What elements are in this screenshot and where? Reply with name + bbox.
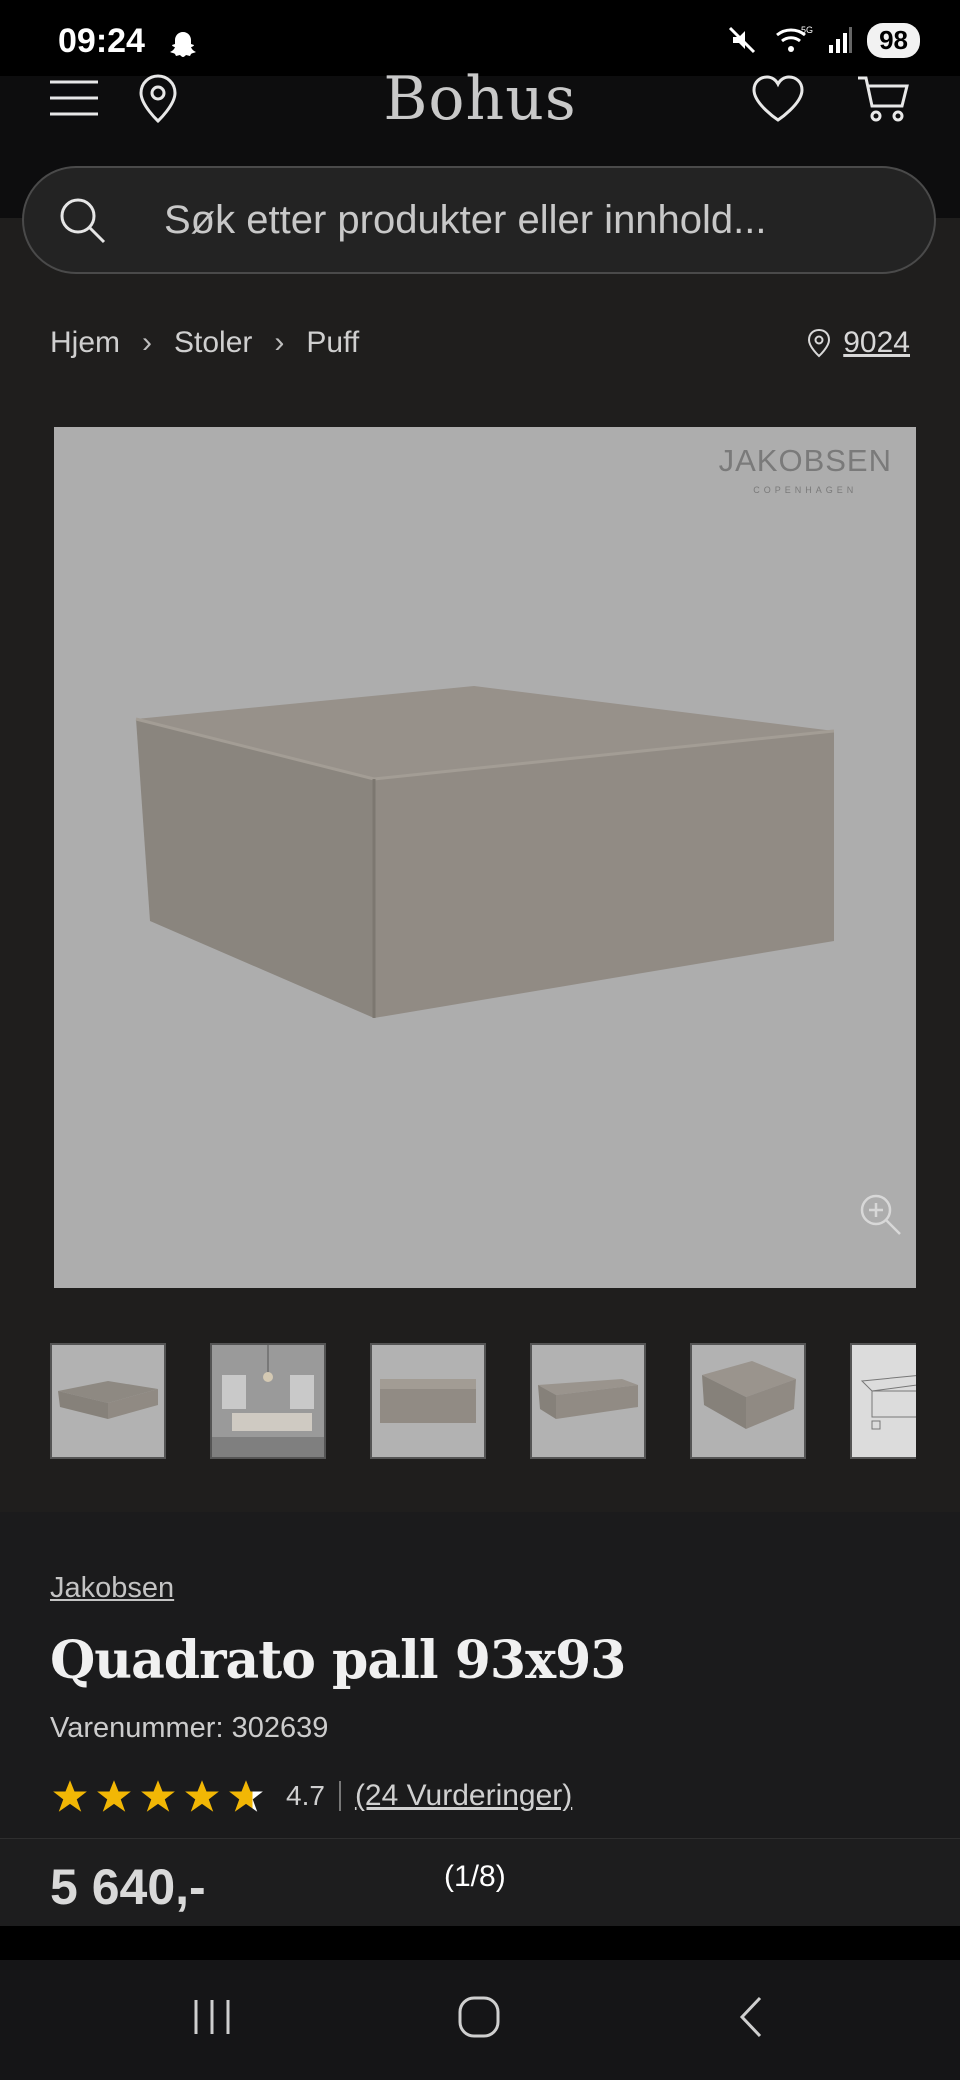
thumbnail-5[interactable] bbox=[690, 1343, 806, 1459]
search-placeholder: Søk etter produkter eller innhold... bbox=[164, 198, 767, 242]
product-title: Quadrato pall 93x93 bbox=[50, 1630, 626, 1691]
star-icon bbox=[53, 1780, 87, 1812]
rating-stars bbox=[50, 1778, 266, 1814]
thumbnail-3[interactable] bbox=[370, 1343, 486, 1459]
chevron-right-icon: › bbox=[142, 326, 153, 359]
mute-icon bbox=[729, 26, 756, 54]
star-icon bbox=[185, 1780, 219, 1812]
location-pin-icon bbox=[808, 328, 831, 358]
site-logo[interactable]: Bohus bbox=[0, 64, 960, 134]
status-time: 09:24 bbox=[58, 22, 145, 60]
brand-watermark-title: JAKOBSEN bbox=[718, 443, 892, 478]
star-icon bbox=[229, 1780, 263, 1812]
product-price: 5 640,- bbox=[50, 1859, 206, 1915]
star-icon bbox=[141, 1780, 175, 1812]
search-input[interactable]: Søk etter produkter eller innhold... bbox=[22, 166, 936, 274]
divider bbox=[338, 1781, 341, 1811]
network-type: 5G bbox=[801, 25, 813, 35]
rating-value: 4.7 bbox=[286, 1780, 325, 1811]
breadcrumb-item-home[interactable]: Hjem bbox=[50, 326, 120, 360]
thumbnail-4[interactable] bbox=[530, 1343, 646, 1459]
back-icon[interactable] bbox=[734, 1994, 768, 2040]
battery-level: 98 bbox=[867, 22, 920, 58]
star-icon bbox=[97, 1780, 131, 1812]
brand-link[interactable]: Jakobsen bbox=[50, 1572, 174, 1605]
breadcrumb-item-stoler[interactable]: Stoler bbox=[174, 326, 252, 360]
thumbnail-6[interactable] bbox=[850, 1343, 916, 1459]
thumbnail-2[interactable] bbox=[210, 1343, 326, 1459]
wifi-icon: 5G bbox=[776, 25, 813, 52]
rating-row: 4.7 (24 Vurderinger) bbox=[50, 1778, 572, 1814]
signal-icon bbox=[829, 27, 853, 53]
brand-watermark-sub: COPENHAGEN bbox=[753, 485, 858, 495]
ottoman-image bbox=[135, 686, 834, 1018]
gallery-counter: (1/8) bbox=[444, 1860, 506, 1893]
zoom-in-icon[interactable] bbox=[858, 1192, 902, 1236]
product-main-image[interactable]: JAKOBSEN COPENHAGEN bbox=[54, 427, 916, 1288]
search-icon bbox=[60, 198, 106, 244]
snapchat-ghost-icon bbox=[170, 32, 196, 57]
breadcrumb-item-puff[interactable]: Puff bbox=[306, 326, 359, 360]
recent-apps-icon[interactable] bbox=[190, 1996, 234, 2038]
system-nav-bar bbox=[0, 1960, 960, 2080]
product-sku: Varenummer: 302639 bbox=[50, 1712, 329, 1744]
chevron-right-icon: › bbox=[274, 326, 285, 359]
heart-icon[interactable] bbox=[750, 74, 806, 124]
cart-icon[interactable] bbox=[856, 74, 910, 124]
divider bbox=[0, 1926, 960, 1960]
reviews-link[interactable]: (24 Vurderinger) bbox=[355, 1779, 572, 1813]
postal-code-link[interactable]: 9024 bbox=[843, 326, 910, 360]
home-icon[interactable] bbox=[456, 1994, 502, 2040]
status-icons: 5G 98 bbox=[725, 22, 920, 58]
postal-code-selector[interactable]: 9024 bbox=[807, 326, 910, 360]
thumbnail-1[interactable] bbox=[50, 1343, 166, 1459]
breadcrumb: Hjem › Stoler › Puff bbox=[50, 326, 359, 360]
brand-watermark: JAKOBSEN COPENHAGEN bbox=[719, 443, 892, 495]
thumbnail-strip bbox=[50, 1343, 916, 1463]
